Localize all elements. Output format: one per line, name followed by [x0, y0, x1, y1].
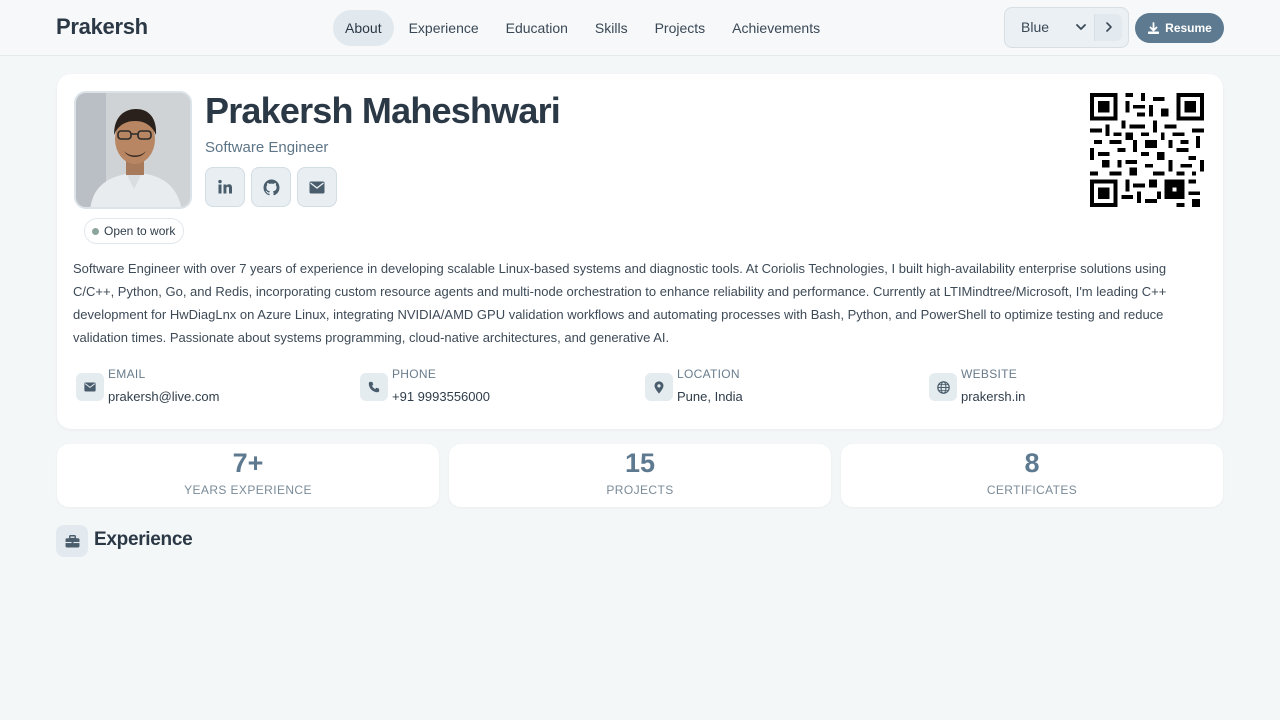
profile-name: Prakersh Maheshwari — [205, 90, 561, 131]
phone-icon — [360, 373, 388, 401]
briefcase-icon — [56, 525, 88, 557]
contact-website-value[interactable]: prakersh.in — [961, 389, 1025, 404]
stat-projects: 15 PROJECTS — [449, 444, 831, 507]
brand-logo[interactable]: Prakersh — [56, 14, 148, 40]
stat-value: 8 — [1024, 448, 1040, 478]
nav-skills[interactable]: Skills — [583, 10, 640, 46]
open-to-work-label: Open to work — [104, 224, 176, 238]
chevron-right-icon — [1106, 22, 1112, 32]
mail-icon — [309, 181, 325, 193]
chevron-down-icon — [1076, 24, 1086, 30]
section-title-experience: Experience — [94, 529, 193, 550]
main-nav: About Experience Education Skills Projec… — [333, 10, 835, 46]
nav-about[interactable]: About — [333, 10, 394, 46]
stat-label: CERTIFICATES — [986, 483, 1078, 497]
github-icon — [263, 179, 279, 195]
location-pin-icon — [645, 373, 673, 401]
theme-picker: Blue — [1004, 7, 1129, 48]
contact-location-value: Pune, India — [677, 389, 743, 404]
linkedin-button[interactable] — [205, 167, 245, 207]
contact-phone: PHONE +91 9993556000 — [360, 367, 620, 409]
theme-select[interactable]: Blue — [1005, 8, 1093, 47]
contact-phone-value[interactable]: +91 9993556000 — [392, 389, 490, 404]
contact-location-label: LOCATION — [677, 367, 740, 381]
download-icon — [1148, 21, 1160, 34]
status-dot — [92, 227, 99, 235]
nav-projects[interactable]: Projects — [643, 10, 718, 46]
stat-years-experience: 7+ YEARS EXPERIENCE — [57, 444, 439, 507]
nav-achievements[interactable]: Achievements — [720, 10, 832, 46]
contact-email: EMAIL prakersh@live.com — [76, 367, 336, 409]
mail-icon — [76, 373, 104, 401]
contact-website: WEBSITE prakersh.in — [929, 367, 1189, 409]
theme-select-value: Blue — [1021, 19, 1050, 35]
resume-download-button[interactable]: Resume — [1135, 13, 1224, 43]
nav-education[interactable]: Education — [494, 10, 580, 46]
next-theme-button[interactable] — [1094, 14, 1122, 41]
github-button[interactable] — [251, 167, 291, 207]
profile-card: Open to work Prakersh Maheshwari Softwar… — [57, 74, 1223, 429]
stat-certificates: 8 CERTIFICATES — [841, 444, 1223, 507]
profile-role: Software Engineer — [205, 139, 329, 156]
top-navbar: Prakersh About Experience Education Skil… — [0, 0, 1280, 56]
open-to-work-badge: Open to work — [84, 218, 185, 244]
linkedin-icon — [218, 179, 232, 194]
stat-value: 7+ — [232, 448, 264, 478]
qr-code — [1090, 93, 1204, 207]
contact-phone-label: PHONE — [392, 367, 437, 381]
globe-icon — [929, 373, 957, 401]
resume-label: Resume — [1165, 21, 1212, 35]
avatar — [74, 91, 192, 209]
nav-experience[interactable]: Experience — [397, 10, 491, 46]
stat-label: YEARS EXPERIENCE — [184, 483, 312, 497]
stat-value: 15 — [624, 448, 656, 478]
contact-email-value[interactable]: prakersh@live.com — [108, 389, 219, 404]
stat-label: PROJECTS — [606, 483, 674, 497]
contact-email-label: EMAIL — [108, 367, 146, 381]
profile-summary: Software Engineer with over 7 years of e… — [73, 261, 1167, 345]
email-button[interactable] — [297, 167, 337, 207]
contact-location: LOCATION Pune, India — [645, 367, 905, 409]
contact-website-label: WEBSITE — [961, 367, 1018, 381]
